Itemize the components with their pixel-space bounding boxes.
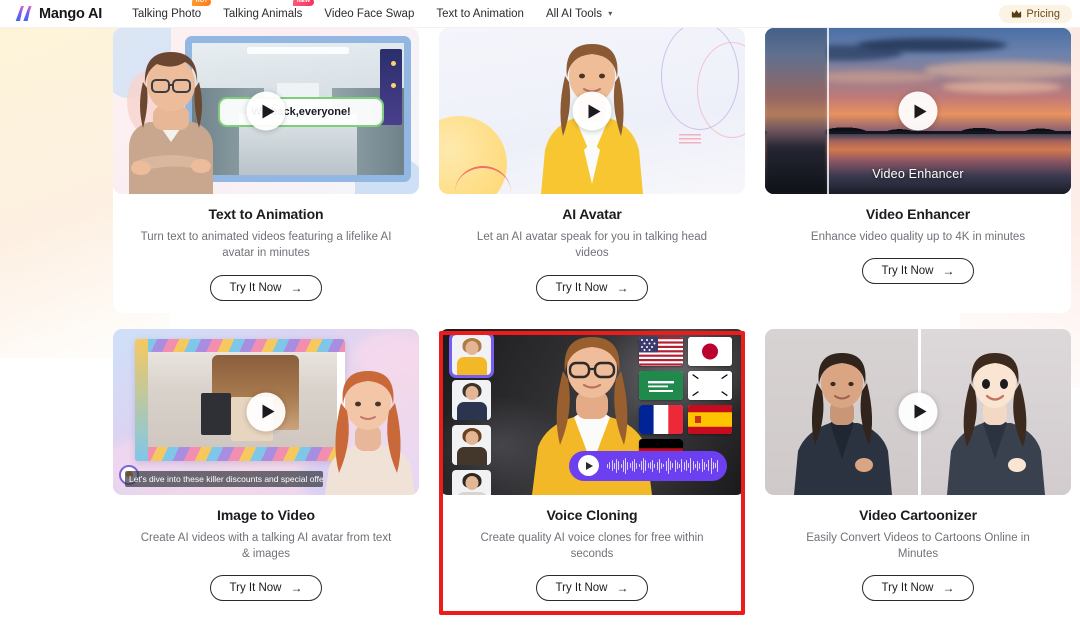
nav-label: Text to Animation — [436, 7, 524, 20]
card-thumbnail[interactable]: Video Enhancer — [765, 28, 1071, 194]
card-thumbnail[interactable] — [765, 328, 1071, 495]
tool-card-text-to-animation[interactable]: We back,everyone! Text to Animation Turn… — [113, 28, 419, 313]
cta-label: Try It Now — [555, 582, 608, 595]
card-description: Easily Convert Videos to Cartoons Online… — [806, 531, 1030, 560]
card-title: Text to Animation — [208, 206, 324, 222]
audio-player-bar[interactable] — [569, 450, 727, 481]
page-root: Mango AI Talking Photo HOT Talking Anima… — [0, 0, 1080, 626]
site-header: Mango AI Talking Photo HOT Talking Anima… — [0, 0, 1080, 28]
card-description: Create AI videos with a talking AI avata… — [140, 531, 392, 560]
audio-waveform — [607, 457, 718, 475]
video-caption-text: Let's dive into these killer discounts a… — [125, 470, 323, 487]
flag-spain[interactable] — [688, 404, 732, 434]
tool-card-ai-avatar[interactable]: AI Avatar Let an AI avatar speak for you… — [439, 28, 745, 313]
video-caption-text: We back,everyone! — [218, 96, 384, 127]
card-title: Voice Cloning — [546, 506, 638, 523]
card-description: Enhance video quality up to 4K in minute… — [810, 231, 1026, 243]
chevron-down-icon: ▾ — [608, 8, 613, 18]
presenter-illustration — [325, 370, 415, 495]
mango-ai-logo-icon — [15, 6, 32, 21]
tool-card-grid: We back,everyone! Text to Animation Turn… — [0, 28, 1080, 615]
brand-logo-link[interactable]: Mango AI — [14, 5, 102, 22]
try-it-now-button[interactable]: Try It Now → — [209, 575, 323, 602]
play-icon[interactable] — [898, 392, 938, 432]
language-flag-list — [639, 336, 735, 468]
cta-label: Try It Now — [229, 582, 282, 595]
nav-item-talking-photo[interactable]: Talking Photo HOT — [132, 0, 212, 28]
avatar-thumbnail-list — [449, 331, 494, 495]
try-it-now-button[interactable]: Try It Now → — [535, 274, 649, 301]
nav-item-text-to-animation[interactable]: Text to Animation — [436, 0, 524, 28]
arrow-right-icon: → — [616, 581, 629, 596]
flag-france[interactable] — [639, 404, 683, 434]
tool-card-image-to-video[interactable]: Let's dive into these killer discounts a… — [113, 328, 419, 614]
nav-item-video-face-swap[interactable]: Video Face Swap — [324, 0, 414, 28]
card-description: Create quality AI voice clones for free … — [480, 531, 704, 560]
try-it-now-button[interactable]: Try It Now → — [861, 258, 975, 285]
crown-icon — [1012, 10, 1022, 18]
video-frame — [135, 338, 345, 461]
arrow-right-icon: → — [942, 264, 955, 279]
card-title: AI Avatar — [562, 206, 622, 222]
nav-label: Talking Animals — [223, 7, 303, 20]
card-thumbnail[interactable]: Let's dive into these killer discounts a… — [113, 328, 419, 495]
tool-card-voice-cloning[interactable]: Voice Cloning Create quality AI voice cl… — [439, 328, 745, 615]
arrow-right-icon: → — [616, 280, 629, 295]
cartoon-person-illustration — [946, 352, 1045, 495]
card-description: Turn text to animated videos featuring a… — [140, 231, 392, 260]
nav-badge-new: NEW — [293, 0, 314, 6]
nav-badge-hot: HOT — [192, 0, 212, 6]
play-icon[interactable] — [572, 91, 612, 131]
flag-south-korea[interactable] — [688, 370, 732, 400]
avatar-thumbnail[interactable] — [452, 379, 491, 420]
try-it-now-button[interactable]: Try It Now → — [861, 575, 975, 602]
avatar-thumbnail[interactable] — [452, 424, 491, 465]
avatar-thumbnail[interactable] — [452, 469, 491, 495]
pricing-label: Pricing — [1026, 7, 1060, 20]
nav-label: All AI Tools — [545, 7, 602, 20]
nav-label: Talking Photo — [132, 7, 202, 20]
card-title: Video Enhancer — [865, 206, 971, 222]
arrow-right-icon: → — [942, 581, 955, 596]
flag-saudi-arabia[interactable] — [639, 370, 683, 400]
card-thumbnail[interactable]: We back,everyone! — [113, 28, 419, 194]
avatar-thumbnail-selected[interactable] — [449, 331, 494, 378]
cta-label: Try It Now — [881, 265, 934, 278]
cartoonized-video-half — [918, 328, 1071, 495]
card-thumbnail[interactable] — [439, 28, 745, 194]
try-it-now-button[interactable]: Try It Now → — [535, 575, 649, 602]
flag-united-states[interactable] — [639, 336, 683, 366]
play-icon[interactable] — [246, 392, 286, 432]
cta-label: Try It Now — [229, 281, 282, 294]
card-description: Let an AI avatar speak for you in talkin… — [476, 231, 708, 260]
try-it-now-button[interactable]: Try It Now → — [209, 274, 323, 301]
cta-label: Try It Now — [555, 281, 608, 294]
card-title: Video Cartoonizer — [859, 506, 977, 523]
arrow-right-icon: → — [290, 581, 303, 596]
main-nav: Talking Photo HOT Talking Animals NEW Vi… — [132, 0, 612, 28]
card-title: Image to Video — [217, 506, 315, 523]
nav-item-all-ai-tools[interactable]: All AI Tools ▾ — [546, 0, 612, 28]
nav-item-talking-animals[interactable]: Talking Animals NEW — [223, 0, 314, 28]
original-video-half — [765, 328, 918, 495]
play-icon[interactable] — [898, 91, 938, 131]
play-icon[interactable] — [246, 91, 286, 131]
flag-japan[interactable] — [688, 336, 732, 366]
arrow-right-icon: → — [290, 280, 303, 295]
person-photo-illustration — [793, 352, 892, 495]
tool-card-video-cartoonizer[interactable]: Video Cartoonizer Easily Convert Videos … — [765, 328, 1071, 614]
thumbnail-overlay-label: Video Enhancer — [872, 167, 964, 181]
nav-label: Video Face Swap — [324, 7, 415, 20]
tool-card-video-enhancer[interactable]: Video Enhancer Video Enhancer Enhance vi… — [765, 28, 1071, 313]
presenter-illustration — [129, 52, 213, 194]
play-icon[interactable] — [578, 455, 599, 477]
brand-name: Mango AI — [39, 5, 103, 22]
pricing-button[interactable]: Pricing — [999, 4, 1072, 23]
card-thumbnail[interactable] — [439, 328, 745, 495]
cta-label: Try It Now — [881, 582, 934, 595]
